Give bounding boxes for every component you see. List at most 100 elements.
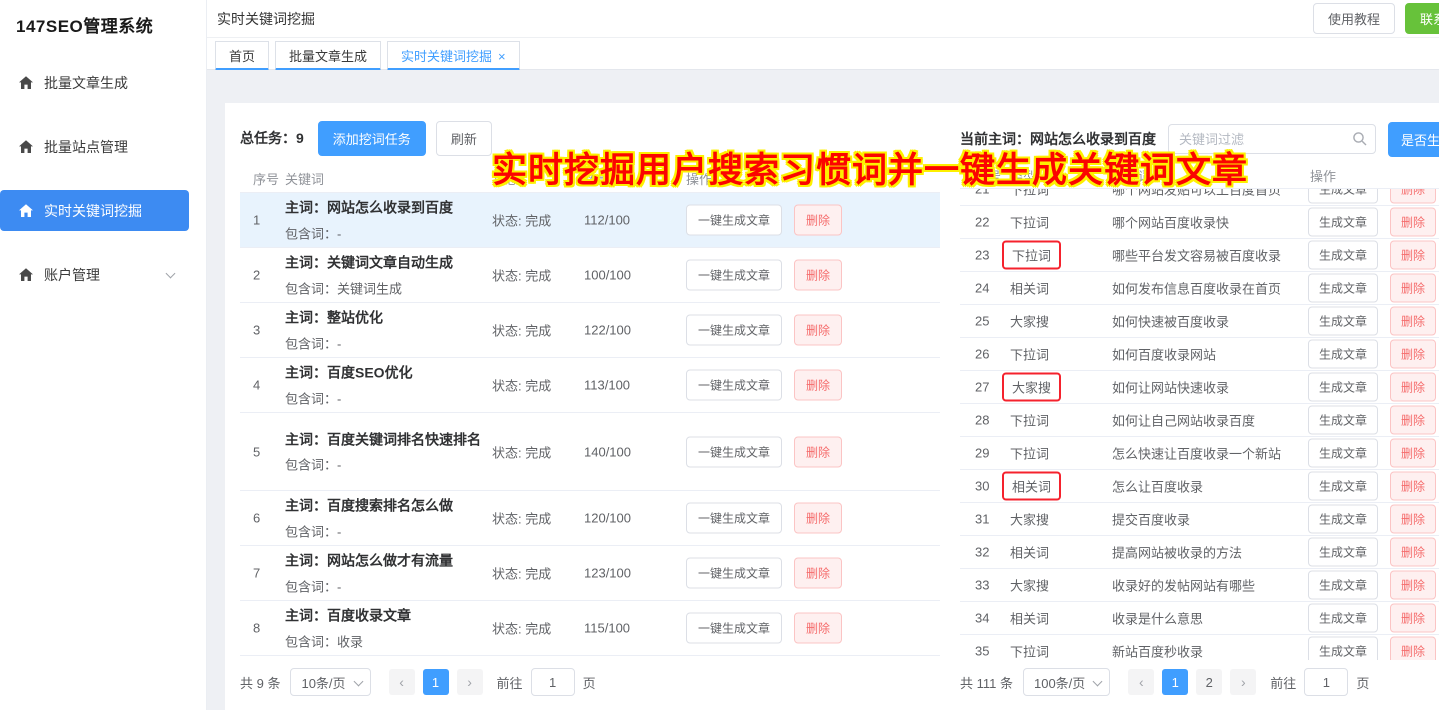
- goto-page-input[interactable]: [531, 668, 575, 696]
- generate-article-button[interactable]: 生成文章: [1308, 340, 1378, 369]
- add-task-button[interactable]: 添加挖词任务: [318, 121, 426, 156]
- chevron-down-icon: [1094, 679, 1102, 687]
- table-row: 35 下拉词 新站百度秒收录 生成文章 删除: [960, 635, 1439, 660]
- delete-button[interactable]: 删除: [794, 558, 842, 589]
- delete-button[interactable]: 删除: [1390, 208, 1436, 237]
- sidebar-item-label: 批量站点管理: [44, 137, 128, 157]
- page-number-1[interactable]: 1: [1162, 669, 1188, 695]
- delete-button[interactable]: 删除: [1390, 538, 1436, 567]
- row-keyword-cell: 主词：网站怎么做才有流量 包含词：-: [285, 551, 493, 596]
- table-row: 24 相关词 如何发布信息百度收录在首页 生成文章 删除: [960, 272, 1439, 305]
- row-index: 25: [975, 314, 989, 329]
- goto-page-input[interactable]: [1304, 668, 1348, 696]
- row-index: 26: [975, 347, 989, 362]
- row-count: 122/100: [584, 323, 631, 338]
- sidebar-item-3[interactable]: 账户管理: [0, 254, 189, 295]
- row-index: 35: [975, 644, 989, 659]
- page-number-2[interactable]: 2: [1196, 669, 1222, 695]
- generate-article-button[interactable]: 一键生成文章: [686, 205, 782, 236]
- delete-button[interactable]: 删除: [794, 205, 842, 236]
- tasks-pagination: 共 9 条 10条/页 ‹ 1 › 前往 页: [240, 668, 596, 696]
- generate-article-button[interactable]: 生成文章: [1308, 604, 1378, 633]
- generate-article-button[interactable]: 生成文章: [1308, 406, 1378, 435]
- generate-article-button[interactable]: 一键生成文章: [686, 503, 782, 534]
- row-keyword: 如何百度收录网站: [1112, 345, 1216, 364]
- delete-button[interactable]: 删除: [1390, 340, 1436, 369]
- generate-article-button[interactable]: 一键生成文章: [686, 260, 782, 291]
- generate-article-button[interactable]: 生成文章: [1308, 571, 1378, 600]
- delete-button[interactable]: 删除: [794, 436, 842, 467]
- generate-article-button[interactable]: 一键生成文章: [686, 436, 782, 467]
- tab-2[interactable]: 实时关键词挖掘×: [387, 41, 520, 71]
- tab-0[interactable]: 首页: [215, 41, 269, 71]
- row-main-word: 主词：百度收录文章: [285, 606, 493, 628]
- generate-article-button[interactable]: 一键生成文章: [686, 370, 782, 401]
- tutorial-button[interactable]: 使用教程: [1313, 3, 1395, 34]
- delete-button[interactable]: 删除: [1390, 406, 1436, 435]
- row-index: 24: [975, 281, 989, 296]
- row-actions: 生成文章 删除: [1308, 340, 1436, 369]
- sidebar-item-0[interactable]: 批量文章生成: [0, 62, 189, 103]
- generate-article-button[interactable]: 生成文章: [1308, 505, 1378, 534]
- delete-button[interactable]: 删除: [1390, 472, 1436, 501]
- generate-article-button[interactable]: 生成文章: [1308, 189, 1378, 204]
- row-count: 115/100: [584, 621, 630, 636]
- delete-button[interactable]: 删除: [794, 315, 842, 346]
- delete-button[interactable]: 删除: [1390, 274, 1436, 303]
- page-size-select[interactable]: 100条/页: [1023, 668, 1110, 696]
- delete-button[interactable]: 删除: [1390, 604, 1436, 633]
- generate-article-button[interactable]: 生成文章: [1308, 472, 1378, 501]
- delete-button[interactable]: 删除: [794, 503, 842, 534]
- row-count: 100/100: [584, 268, 631, 283]
- close-icon[interactable]: ×: [498, 49, 506, 64]
- generate-article-button[interactable]: 一键生成文章: [686, 315, 782, 346]
- column-actions: 操作: [1310, 166, 1336, 185]
- row-actions: 生成文章 删除: [1308, 439, 1436, 468]
- delete-button[interactable]: 删除: [1390, 189, 1436, 204]
- topbar-actions: 使用教程 联系客服: [1313, 3, 1439, 34]
- delete-button[interactable]: 删除: [1390, 373, 1436, 402]
- contact-button[interactable]: 联系客服: [1405, 3, 1439, 34]
- page-number-1[interactable]: 1: [423, 669, 449, 695]
- prev-page-button[interactable]: ‹: [389, 669, 415, 695]
- home-icon: [18, 267, 34, 283]
- generate-article-button[interactable]: 一键生成文章: [686, 613, 782, 644]
- generate-article-button[interactable]: 生成文章: [1308, 208, 1378, 237]
- sidebar-item-label: 账户管理: [44, 265, 100, 285]
- row-actions: 生成文章 删除: [1308, 189, 1436, 204]
- generate-article-button[interactable]: 生成文章: [1308, 373, 1378, 402]
- delete-button[interactable]: 删除: [1390, 505, 1436, 534]
- generate-article-button[interactable]: 一键生成文章: [686, 558, 782, 589]
- prev-page-button[interactable]: ‹: [1128, 669, 1154, 695]
- tab-label: 批量文章生成: [289, 49, 367, 64]
- delete-button[interactable]: 删除: [1390, 439, 1436, 468]
- sidebar-item-1[interactable]: 批量站点管理: [0, 126, 189, 167]
- delete-button[interactable]: 删除: [794, 613, 842, 644]
- home-icon: [18, 203, 34, 219]
- generate-article-button[interactable]: 生成文章: [1308, 307, 1378, 336]
- generate-article-button[interactable]: 生成文章: [1308, 241, 1378, 270]
- delete-button[interactable]: 删除: [1390, 571, 1436, 600]
- refresh-button[interactable]: 刷新: [436, 121, 492, 156]
- sidebar-item-2[interactable]: 实时关键词挖掘: [0, 190, 189, 231]
- main-area: 实时关键词挖掘 使用教程 联系客服 首页批量文章生成实时关键词挖掘× 总任务：9…: [207, 0, 1439, 710]
- row-type: 相关词: [1010, 543, 1049, 562]
- delete-button[interactable]: 删除: [1390, 637, 1436, 661]
- delete-button[interactable]: 删除: [1390, 241, 1436, 270]
- next-page-button[interactable]: ›: [1230, 669, 1256, 695]
- row-count: 120/100: [584, 511, 631, 526]
- page-size-select[interactable]: 10条/页: [290, 668, 370, 696]
- next-page-button[interactable]: ›: [457, 669, 483, 695]
- generate-all-button[interactable]: 是否生成全部: [1388, 122, 1439, 157]
- delete-button[interactable]: 删除: [794, 370, 842, 401]
- row-keyword: 如何发布信息百度收录在首页: [1112, 279, 1281, 298]
- generate-article-button[interactable]: 生成文章: [1308, 637, 1378, 661]
- delete-button[interactable]: 删除: [1390, 307, 1436, 336]
- generate-article-button[interactable]: 生成文章: [1308, 538, 1378, 567]
- generate-article-button[interactable]: 生成文章: [1308, 439, 1378, 468]
- total-tasks-count: 9: [296, 130, 304, 146]
- generate-article-button[interactable]: 生成文章: [1308, 274, 1378, 303]
- tab-1[interactable]: 批量文章生成: [275, 41, 381, 71]
- delete-button[interactable]: 删除: [794, 260, 842, 291]
- row-keyword: 哪些平台发文容易被百度收录: [1112, 246, 1281, 265]
